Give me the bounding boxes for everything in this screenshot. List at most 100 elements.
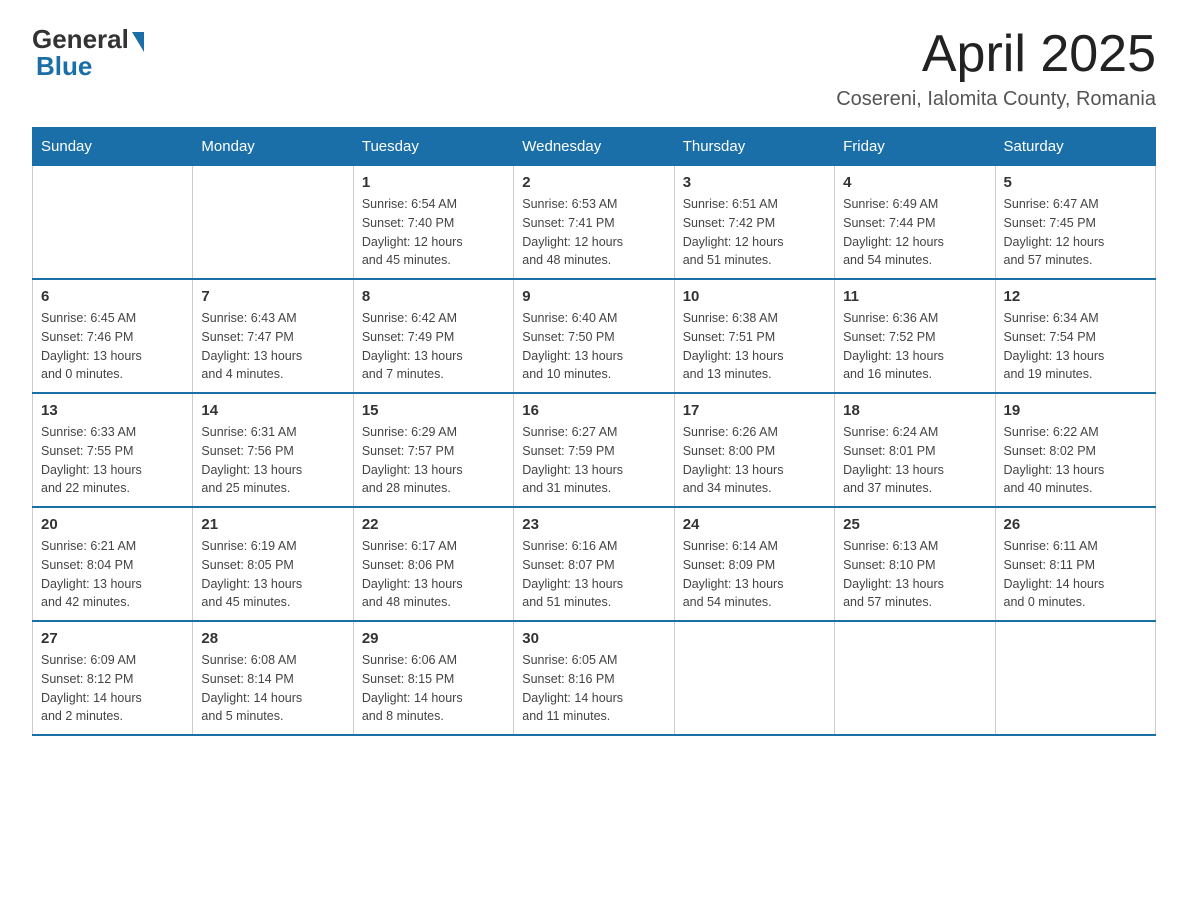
day-number: 27 [41, 630, 184, 647]
header-tuesday: Tuesday [353, 128, 513, 166]
day-info: Sunrise: 6:29 AM Sunset: 7:57 PM Dayligh… [362, 423, 505, 498]
calendar-cell: 14Sunrise: 6:31 AM Sunset: 7:56 PM Dayli… [193, 393, 353, 507]
logo-blue-text: Blue [32, 51, 92, 82]
day-number: 22 [362, 516, 505, 533]
calendar-cell: 18Sunrise: 6:24 AM Sunset: 8:01 PM Dayli… [835, 393, 995, 507]
calendar-cell: 8 Sunrise: 6:42 AM Sunset: 7:49 PM Daylig… [353, 279, 513, 393]
calendar-cell: 24Sunrise: 6:14 AM Sunset: 8:09 PM Dayli… [674, 507, 834, 621]
logo-triangle-icon [132, 32, 144, 52]
day-info: Sunrise: 6:16 AM Sunset: 8:07 PM Dayligh… [522, 537, 665, 612]
day-info: Sunrise: 6:14 AM Sunset: 8:09 PM Dayligh… [683, 537, 826, 612]
calendar-table: SundayMondayTuesdayWednesdayThursdayFrid… [32, 127, 1156, 736]
logo: General Blue [32, 24, 144, 82]
day-number: 3 [683, 174, 826, 191]
day-number: 16 [522, 402, 665, 419]
calendar-cell: 11 Sunrise: 6:36 AM Sunset: 7:52 PM Dayli… [835, 279, 995, 393]
header-friday: Friday [835, 128, 995, 166]
day-info: Sunrise: 6:54 AM Sunset: 7:40 PM Dayligh… [362, 195, 505, 270]
day-number: 21 [201, 516, 344, 533]
day-number: 19 [1004, 402, 1147, 419]
header-wednesday: Wednesday [514, 128, 674, 166]
calendar-week-row: 6Sunrise: 6:45 AM Sunset: 7:46 PM Daylig… [33, 279, 1156, 393]
calendar-week-row: 20 Sunrise: 6:21 AM Sunset: 8:04 PM Dayli… [33, 507, 1156, 621]
calendar-cell: 12Sunrise: 6:34 AM Sunset: 7:54 PM Dayli… [995, 279, 1155, 393]
page-header: General Blue April 2025 Cosereni, Ialomi… [32, 24, 1156, 111]
calendar-cell: 19Sunrise: 6:22 AM Sunset: 8:02 PM Dayli… [995, 393, 1155, 507]
calendar-cell: 27 Sunrise: 6:09 AM Sunset: 8:12 PM Dayli… [33, 621, 193, 735]
calendar-week-row: 13 Sunrise: 6:33 AM Sunset: 7:55 PM Dayli… [33, 393, 1156, 507]
day-info: Sunrise: 6:36 AM Sunset: 7:52 PM Dayligh… [843, 309, 986, 384]
day-info: Sunrise: 6:17 AM Sunset: 8:06 PM Dayligh… [362, 537, 505, 612]
day-number: 17 [683, 402, 826, 419]
calendar-cell: 28Sunrise: 6:08 AM Sunset: 8:14 PM Dayli… [193, 621, 353, 735]
calendar-cell [674, 621, 834, 735]
day-info: Sunrise: 6:49 AM Sunset: 7:44 PM Dayligh… [843, 195, 986, 270]
day-number: 23 [522, 516, 665, 533]
day-info: Sunrise: 6:31 AM Sunset: 7:56 PM Dayligh… [201, 423, 344, 498]
day-number: 20 [41, 516, 184, 533]
calendar-cell: 23 Sunrise: 6:16 AM Sunset: 8:07 PM Dayli… [514, 507, 674, 621]
day-info: Sunrise: 6:33 AM Sunset: 7:55 PM Dayligh… [41, 423, 184, 498]
calendar-cell: 29 Sunrise: 6:06 AM Sunset: 8:15 PM Dayli… [353, 621, 513, 735]
day-number: 4 [843, 174, 986, 191]
day-info: Sunrise: 6:51 AM Sunset: 7:42 PM Dayligh… [683, 195, 826, 270]
calendar-cell [995, 621, 1155, 735]
calendar-cell: 3 Sunrise: 6:51 AM Sunset: 7:42 PM Daylig… [674, 166, 834, 280]
calendar-cell [835, 621, 995, 735]
calendar-cell: 2Sunrise: 6:53 AM Sunset: 7:41 PM Daylig… [514, 166, 674, 280]
day-info: Sunrise: 6:13 AM Sunset: 8:10 PM Dayligh… [843, 537, 986, 612]
calendar-cell: 30Sunrise: 6:05 AM Sunset: 8:16 PM Dayli… [514, 621, 674, 735]
day-info: Sunrise: 6:26 AM Sunset: 8:00 PM Dayligh… [683, 423, 826, 498]
calendar-cell: 25 Sunrise: 6:13 AM Sunset: 8:10 PM Dayli… [835, 507, 995, 621]
day-info: Sunrise: 6:09 AM Sunset: 8:12 PM Dayligh… [41, 651, 184, 726]
day-number: 13 [41, 402, 184, 419]
day-number: 26 [1004, 516, 1147, 533]
calendar-week-row: 1 Sunrise: 6:54 AM Sunset: 7:40 PM Daylig… [33, 166, 1156, 280]
day-number: 9 [522, 288, 665, 305]
day-info: Sunrise: 6:11 AM Sunset: 8:11 PM Dayligh… [1004, 537, 1147, 612]
day-info: Sunrise: 6:45 AM Sunset: 7:46 PM Dayligh… [41, 309, 184, 384]
calendar-cell: 10 Sunrise: 6:38 AM Sunset: 7:51 PM Dayli… [674, 279, 834, 393]
day-info: Sunrise: 6:38 AM Sunset: 7:51 PM Dayligh… [683, 309, 826, 384]
header-sunday: Sunday [33, 128, 193, 166]
day-info: Sunrise: 6:24 AM Sunset: 8:01 PM Dayligh… [843, 423, 986, 498]
day-info: Sunrise: 6:42 AM Sunset: 7:49 PM Dayligh… [362, 309, 505, 384]
day-number: 2 [522, 174, 665, 191]
calendar-cell: 9Sunrise: 6:40 AM Sunset: 7:50 PM Daylig… [514, 279, 674, 393]
day-info: Sunrise: 6:06 AM Sunset: 8:15 PM Dayligh… [362, 651, 505, 726]
location-title: Cosereni, Ialomita County, Romania [836, 88, 1156, 111]
day-number: 7 [201, 288, 344, 305]
calendar-cell: 16 Sunrise: 6:27 AM Sunset: 7:59 PM Dayli… [514, 393, 674, 507]
day-info: Sunrise: 6:19 AM Sunset: 8:05 PM Dayligh… [201, 537, 344, 612]
day-info: Sunrise: 6:08 AM Sunset: 8:14 PM Dayligh… [201, 651, 344, 726]
calendar-cell: 17 Sunrise: 6:26 AM Sunset: 8:00 PM Dayli… [674, 393, 834, 507]
calendar-cell: 1 Sunrise: 6:54 AM Sunset: 7:40 PM Daylig… [353, 166, 513, 280]
day-number: 29 [362, 630, 505, 647]
calendar-cell: 15 Sunrise: 6:29 AM Sunset: 7:57 PM Dayli… [353, 393, 513, 507]
day-number: 8 [362, 288, 505, 305]
day-info: Sunrise: 6:27 AM Sunset: 7:59 PM Dayligh… [522, 423, 665, 498]
calendar-cell: 5 Sunrise: 6:47 AM Sunset: 7:45 PM Daylig… [995, 166, 1155, 280]
day-number: 25 [843, 516, 986, 533]
calendar-cell: 22 Sunrise: 6:17 AM Sunset: 8:06 PM Dayli… [353, 507, 513, 621]
calendar-cell: 13 Sunrise: 6:33 AM Sunset: 7:55 PM Dayli… [33, 393, 193, 507]
calendar-cell: 6Sunrise: 6:45 AM Sunset: 7:46 PM Daylig… [33, 279, 193, 393]
day-number: 5 [1004, 174, 1147, 191]
day-number: 15 [362, 402, 505, 419]
day-info: Sunrise: 6:21 AM Sunset: 8:04 PM Dayligh… [41, 537, 184, 612]
calendar-cell: 7 Sunrise: 6:43 AM Sunset: 7:47 PM Daylig… [193, 279, 353, 393]
calendar-cell [193, 166, 353, 280]
calendar-cell: 4 Sunrise: 6:49 AM Sunset: 7:44 PM Daylig… [835, 166, 995, 280]
day-number: 1 [362, 174, 505, 191]
calendar-cell: 20 Sunrise: 6:21 AM Sunset: 8:04 PM Dayli… [33, 507, 193, 621]
calendar-cell [33, 166, 193, 280]
day-number: 11 [843, 288, 986, 305]
day-number: 30 [522, 630, 665, 647]
day-info: Sunrise: 6:43 AM Sunset: 7:47 PM Dayligh… [201, 309, 344, 384]
calendar-cell: 26 Sunrise: 6:11 AM Sunset: 8:11 PM Dayli… [995, 507, 1155, 621]
day-info: Sunrise: 6:47 AM Sunset: 7:45 PM Dayligh… [1004, 195, 1147, 270]
calendar-cell: 21 Sunrise: 6:19 AM Sunset: 8:05 PM Dayli… [193, 507, 353, 621]
header-saturday: Saturday [995, 128, 1155, 166]
day-number: 10 [683, 288, 826, 305]
header-thursday: Thursday [674, 128, 834, 166]
